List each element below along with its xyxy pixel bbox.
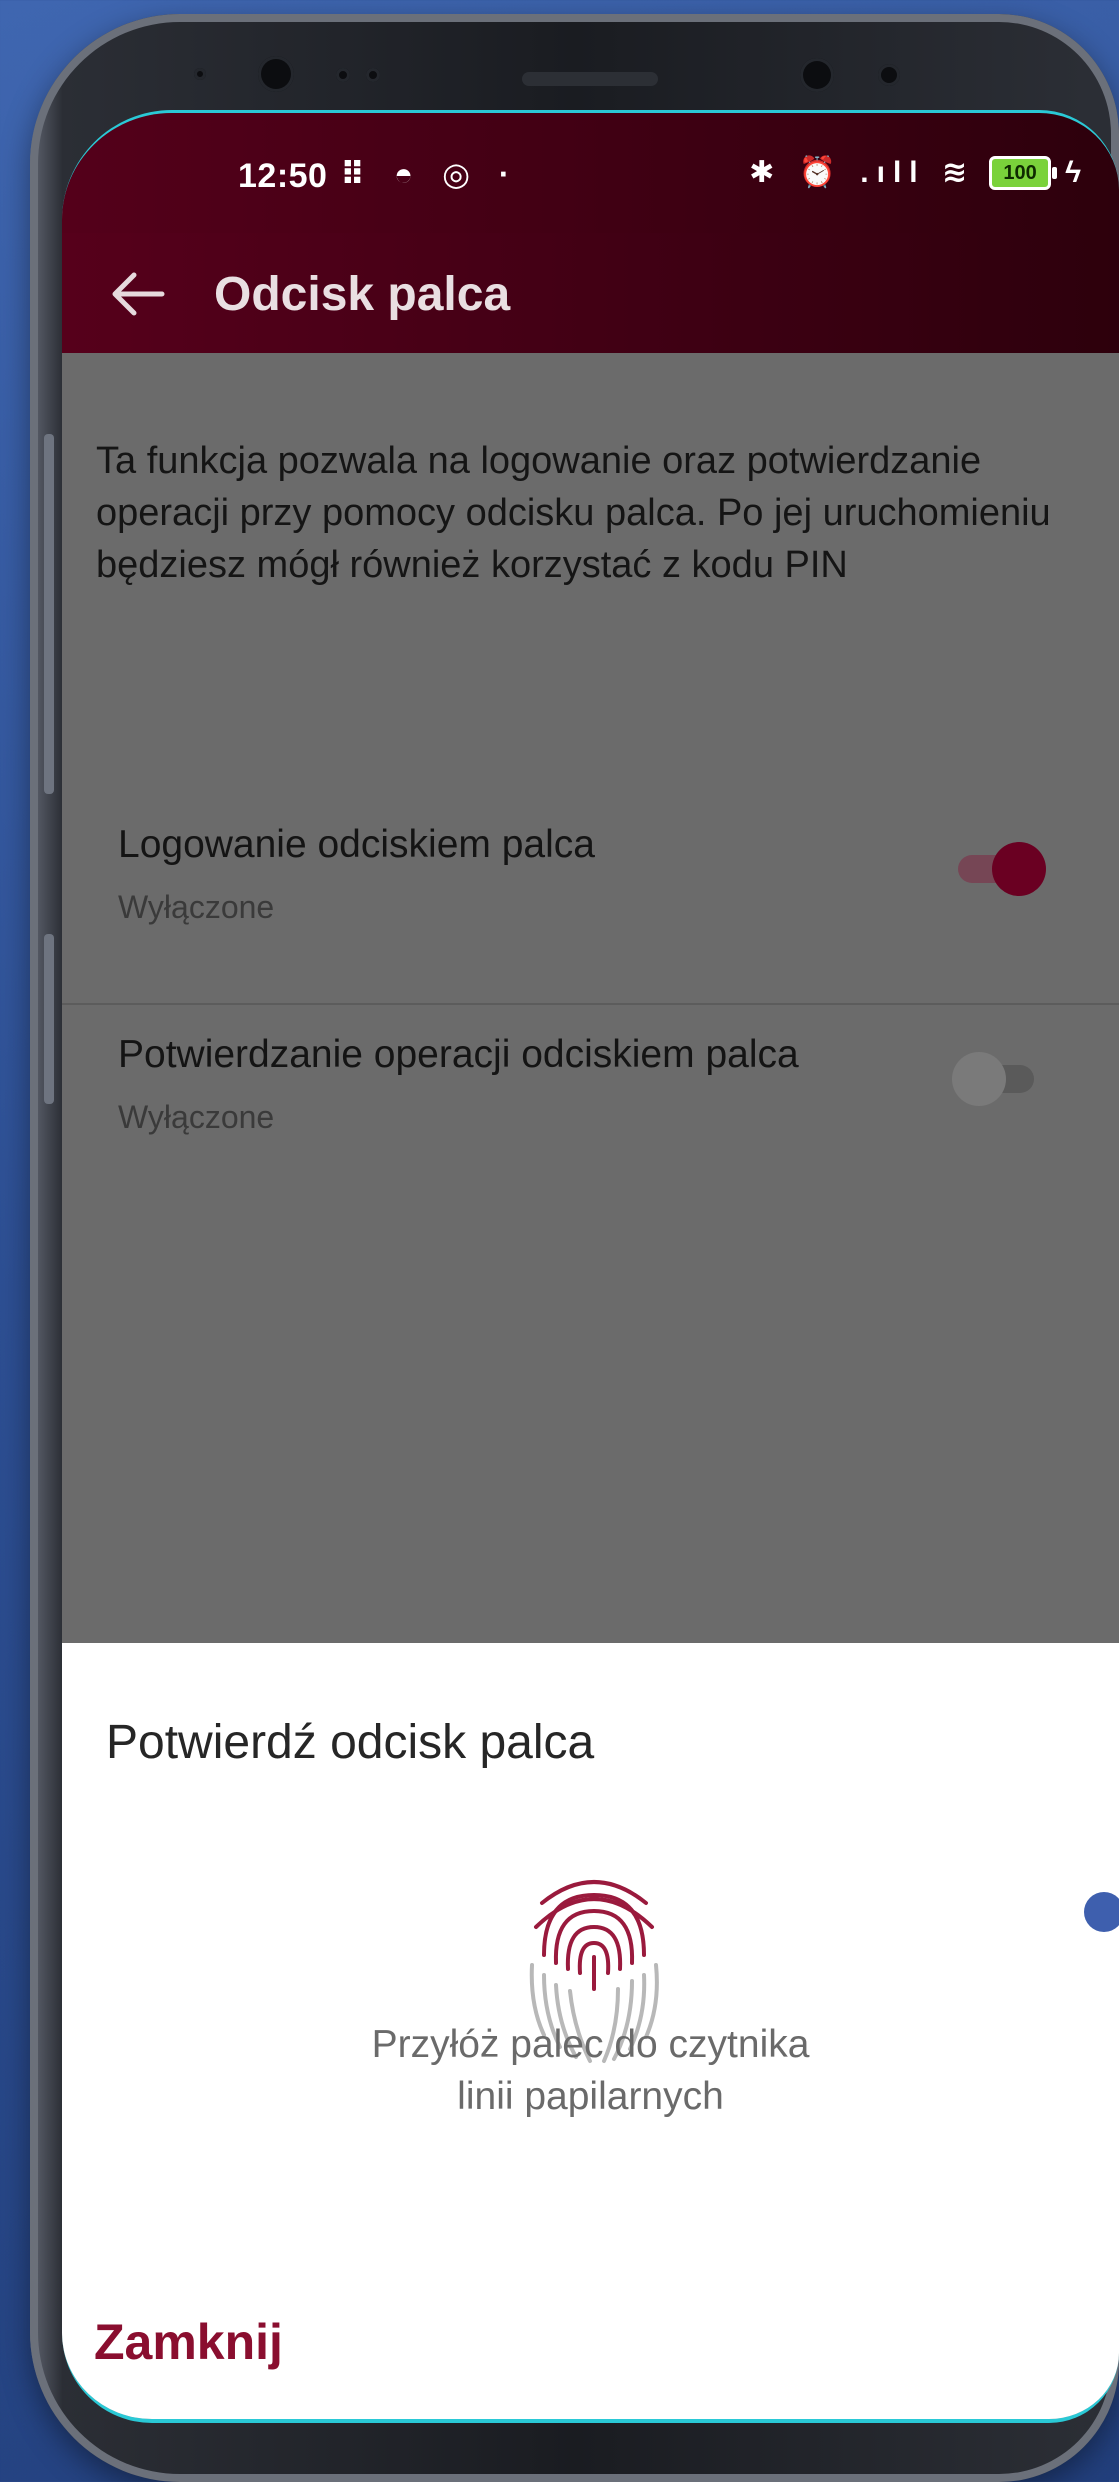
side-button: [44, 934, 54, 1104]
charging-icon: ϟ: [1065, 155, 1089, 189]
fingerprint-dialog: Potwierdź odcisk palca Przyłóż palec do …: [62, 1643, 1119, 2419]
confirm-fingerprint-toggle[interactable]: [952, 1049, 1062, 1109]
toggle-thumb: [952, 1052, 1006, 1106]
sensor-dot: [194, 68, 206, 80]
setting-title: Logowanie odciskiem palca: [118, 823, 595, 866]
side-button: [44, 434, 54, 794]
battery-icon: 100: [989, 155, 1058, 190]
status-time: 12:50: [238, 157, 328, 195]
feature-description: Ta funkcja pozwala na logowanie oraz pot…: [96, 440, 1051, 586]
floating-dot: [1084, 1892, 1119, 1932]
dialog-title: Potwierdź odcisk palca: [106, 1716, 595, 1769]
close-button[interactable]: Zamknij: [94, 2313, 283, 2371]
login-fingerprint-toggle[interactable]: [952, 839, 1062, 899]
sensor-dot: [336, 68, 350, 82]
notification-icons: ⠿ ◓ ◎ ·: [340, 156, 520, 192]
hint-line: linii papilarnych: [457, 2075, 724, 2118]
setting-title: Potwierdzanie operacji odciskiem palca: [118, 1033, 799, 1076]
toggle-thumb: [992, 842, 1046, 896]
bluetooth-alarm-signal-wifi-icons: ✱ ⏰ .ıll ≋: [749, 156, 976, 189]
back-arrow-icon[interactable]: [108, 269, 168, 319]
divider: [62, 1003, 1119, 1005]
system-status-icons: ✱ ⏰ .ıll ≋ 100 ϟ: [749, 155, 1089, 190]
sensor-dot: [878, 64, 900, 86]
status-bar: 12:50 ⠿ ◓ ◎ · ✱ ⏰ .ıll ≋ 100 ϟ: [62, 113, 1119, 233]
fingerprint-hint: Przyłóż palec do czytnika linii papilarn…: [62, 2019, 1119, 2123]
earpiece-speaker: [522, 72, 658, 86]
app-bar: Odcisk palca: [62, 233, 1119, 353]
setting-status: Wyłączone: [118, 889, 275, 925]
setting-status: Wyłączone: [118, 1099, 275, 1135]
page-title: Odcisk palca: [214, 268, 511, 321]
front-camera-icon: [258, 56, 294, 92]
sensor-dot: [800, 58, 834, 92]
sensor-dot: [366, 68, 380, 82]
hint-line: Przyłóż palec do czytnika: [371, 2023, 810, 2066]
phone-screen: 12:50 ⠿ ◓ ◎ · ✱ ⏰ .ıll ≋ 100 ϟ Odcisk pa…: [62, 110, 1119, 2423]
settings-content: Ta funkcja pozwala na logowanie oraz pot…: [62, 353, 1119, 1753]
